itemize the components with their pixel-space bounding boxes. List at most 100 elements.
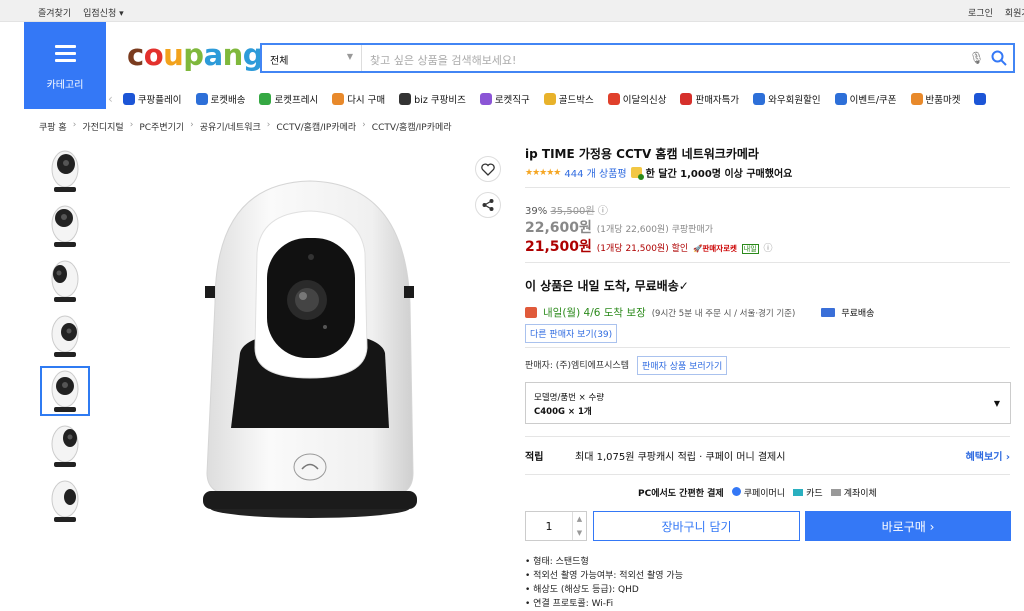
quick-menu-item[interactable]: 로켓배송 [195, 92, 245, 106]
points-text: 최대 1,075원 쿠팡캐시 적립 · 쿠페이 머니 결제시 [575, 452, 786, 463]
thumbnail-4[interactable] [40, 311, 90, 361]
thumbnail-5-selected[interactable] [40, 366, 90, 416]
menu-item-label: 반품마켓 [925, 95, 961, 106]
menu-item-label: 골드박스 [558, 95, 594, 106]
monthly-purchase-text: 한 달간 1,000명 이상 구매했어요 [645, 169, 793, 180]
quantity-stepper[interactable]: 1 ▲ ▼ [525, 511, 587, 541]
search-scope-select[interactable]: 전체 ▼ [262, 45, 362, 71]
breadcrumb-item[interactable]: CCTV/홈캠/IP카메라 [372, 120, 452, 133]
spec-list: 형태: 스탠드형 적외선 촬영 가능여부: 적외선 촬영 가능 해상도 (해상도… [525, 555, 683, 611]
tomorrow-badge: 내일 [741, 244, 759, 254]
thumbnail-3[interactable] [40, 256, 90, 306]
menu-item-icon [479, 93, 492, 105]
login-link[interactable]: 로그인 [968, 6, 993, 19]
share-icon[interactable] [475, 192, 501, 218]
coupay-money-option[interactable]: 쿠페이머니 [731, 486, 785, 499]
option-value: C400G × 1개 [534, 407, 592, 417]
signup-link[interactable]: 회원가입 [1005, 6, 1024, 19]
other-sellers-button[interactable]: 다른 판매자 보기(39) [525, 324, 618, 343]
chevron-up-icon[interactable]: ▲ [577, 515, 582, 523]
calendar-icon [525, 307, 537, 318]
review-count-link[interactable]: 444 개 상품평 [564, 165, 626, 180]
buy-now-button[interactable]: 바로구매 › [805, 511, 1011, 541]
quick-menu-item[interactable]: 이벤트/쿠폰 [834, 92, 897, 106]
quick-menu-item[interactable]: 판매자특가 [680, 92, 739, 106]
quick-menu-item[interactable]: biz 쿠팡비즈 [399, 92, 466, 106]
info-icon[interactable]: ⓘ [598, 206, 608, 217]
category-button[interactable]: 카테고리 [24, 22, 106, 109]
menu-item-label: 이벤트/쿠폰 [849, 95, 897, 106]
divider [525, 474, 1010, 475]
menu-item-icon [680, 93, 693, 105]
sale-price-row: 21,500원 (1개당 21,500원) 할인 🚀판매자로켓 내일 ⓘ [525, 236, 773, 256]
quick-menu-item[interactable]: 반품마켓 [910, 92, 961, 106]
menu-item-icon [259, 93, 272, 105]
breadcrumb-item[interactable]: CCTV/홈캠/IP카메라 [276, 120, 356, 133]
microphone-icon[interactable]: 🎙 [969, 51, 985, 71]
search-input[interactable]: 찾고 싶은 상품을 검색해보세요! [362, 45, 969, 71]
seller-name[interactable]: 판매자: (주)엠티에프시스템 [525, 361, 629, 371]
menu-item-label: 쿠팡플레이 [137, 95, 182, 106]
thumbnail-2[interactable] [40, 201, 90, 251]
menu-item-icon [332, 93, 345, 105]
spec-item: 해상도 (해상도 등급): QHD [525, 583, 683, 597]
seller-signup-link[interactable]: 입점신청 ▾ [83, 6, 124, 19]
quick-menu-item[interactable]: 이달의신상 [607, 92, 666, 106]
thumbnail-6[interactable] [40, 421, 90, 471]
add-to-cart-button[interactable]: 장바구니 담기 [593, 511, 800, 541]
thumbnail-list [40, 146, 90, 531]
breadcrumb-item[interactable]: 가전디지털 [82, 120, 123, 133]
menu-item-label: biz 쿠팡비즈 [414, 95, 466, 106]
menu-item-label: 와우회원할인 [768, 95, 821, 106]
search-icon[interactable] [985, 45, 1013, 71]
quick-menu-item[interactable]: 다시 구매 [332, 92, 385, 106]
quick-menu-item[interactable]: 로켓프레시 [259, 92, 318, 106]
menu-item-label: 판매자특가 [695, 95, 740, 106]
coupang-logo[interactable]: coupang [127, 38, 264, 72]
coupang-price: 22,600원 [525, 220, 592, 236]
option-select[interactable]: 모델명/품번 × 수량 C400G × 1개 ▼ [525, 382, 1011, 424]
original-price: 35,500원 [550, 206, 595, 217]
heart-icon[interactable] [475, 156, 501, 182]
delivery-headline: 이 상품은 내일 도착, 무료배송✓ [525, 279, 689, 293]
search-bar: 전체 ▼ 찾고 싶은 상품을 검색해보세요! 🎙 [260, 43, 1015, 73]
quick-menu-item[interactable]: 쿠팡플레이 [122, 92, 182, 106]
quick-menu-item[interactable]: 와우회원할인 [753, 92, 821, 106]
thumbnail-7[interactable] [40, 476, 90, 526]
quick-menu-item[interactable]: 로켓직구 [479, 92, 530, 106]
menu-item-icon [399, 93, 412, 105]
sale-price-unit: (1개당 21,500원) 할인 [596, 244, 689, 254]
menu-item-icon [753, 93, 766, 105]
bank-icon [830, 489, 841, 496]
product-title: ip TIME 가정용 CCTV 홈캠 네트워크카메라 [525, 147, 759, 161]
hamburger-icon [55, 45, 76, 66]
quick-menu-item[interactable] [974, 92, 989, 106]
spec-item: 적외선 촬영 가능여부: 적외선 촬영 가능 [525, 569, 683, 583]
card-option[interactable]: 카드 [793, 486, 823, 499]
menu-item-icon [122, 93, 135, 105]
bank-transfer-option[interactable]: 계좌이체 [830, 486, 877, 499]
menu-item-icon [974, 93, 987, 105]
menu-item-icon [910, 93, 923, 105]
breadcrumb-item[interactable]: 쿠팡 홈 [39, 120, 67, 133]
benefit-link[interactable]: 혜택보기 › [966, 448, 1010, 463]
quick-menu-item[interactable]: 골드박스 [543, 92, 594, 106]
breadcrumb: 쿠팡 홈 › 가전디지털 › PC주변기기 › 공유기/네트워크 › CCTV/홈캠/I… [39, 120, 452, 133]
points-row: 적립 최대 1,075원 쿠팡캐시 적립 · 쿠페이 머니 결제시 [525, 448, 785, 463]
seller-rocket-badge: 🚀판매자로켓 [693, 244, 737, 253]
menu-item-label: 다시 구매 [347, 95, 386, 106]
thumbnail-1[interactable] [40, 146, 90, 196]
chevron-down-icon[interactable]: ▼ [577, 529, 582, 537]
spec-item: 연결 프로토콜: Wi-Fi [525, 597, 683, 611]
info-icon[interactable]: ⓘ [764, 244, 773, 254]
breadcrumb-item[interactable]: PC주변기기 [139, 120, 184, 133]
chevron-left-icon[interactable]: ‹ [108, 92, 113, 106]
breadcrumb-item[interactable]: 공유기/네트워크 [200, 120, 261, 133]
quantity-value[interactable]: 1 [546, 520, 553, 533]
favorites-link[interactable]: 즐겨찾기 [38, 6, 71, 19]
menu-item-icon [195, 93, 208, 105]
seller-products-button[interactable]: 판매자 상품 보러가기 [637, 356, 728, 375]
caret-down-icon: ▼ [993, 399, 1000, 408]
delivery-note: (9시간 5분 내 주문 시 / 서울·경기 기준) [651, 308, 796, 319]
option-label: 모델명/품번 × 수량 [534, 393, 605, 403]
